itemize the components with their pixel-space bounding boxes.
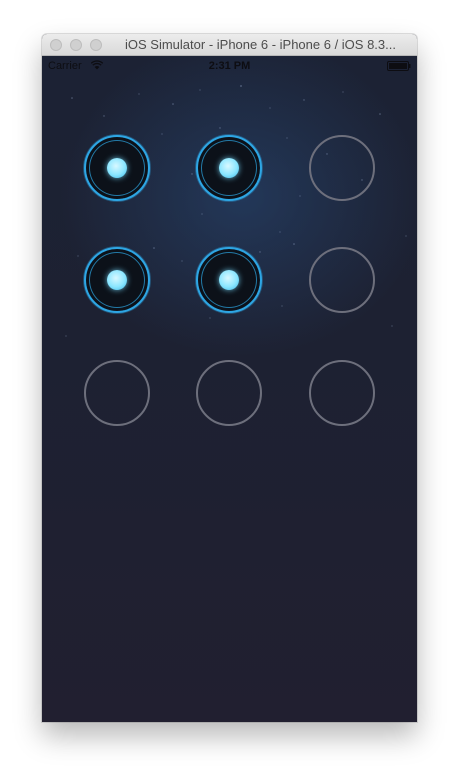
- pattern-node-6[interactable]: [309, 247, 375, 313]
- zoom-window-button[interactable]: [90, 39, 102, 51]
- simulator-window: iOS Simulator - iPhone 6 - iPhone 6 / iO…: [42, 34, 417, 722]
- pattern-node-1[interactable]: [84, 135, 150, 201]
- pattern-node-dot: [219, 158, 239, 178]
- pattern-lock-grid: [42, 56, 417, 722]
- pattern-node-9[interactable]: [309, 360, 375, 426]
- window-title: iOS Simulator - iPhone 6 - iPhone 6 / iO…: [125, 37, 396, 52]
- minimize-window-button[interactable]: [70, 39, 82, 51]
- pattern-node-dot: [219, 270, 239, 290]
- pattern-node-2[interactable]: [196, 135, 262, 201]
- pattern-node-4[interactable]: [84, 247, 150, 313]
- window-titlebar[interactable]: iOS Simulator - iPhone 6 - iPhone 6 / iO…: [42, 34, 417, 56]
- pattern-node-5[interactable]: [196, 247, 262, 313]
- device-screen: Carrier 2:31 PM: [42, 56, 417, 722]
- pattern-node-3[interactable]: [309, 135, 375, 201]
- close-window-button[interactable]: [50, 39, 62, 51]
- pattern-node-7[interactable]: [84, 360, 150, 426]
- pattern-node-dot: [107, 270, 127, 290]
- pattern-node-8[interactable]: [196, 360, 262, 426]
- pattern-node-dot: [107, 158, 127, 178]
